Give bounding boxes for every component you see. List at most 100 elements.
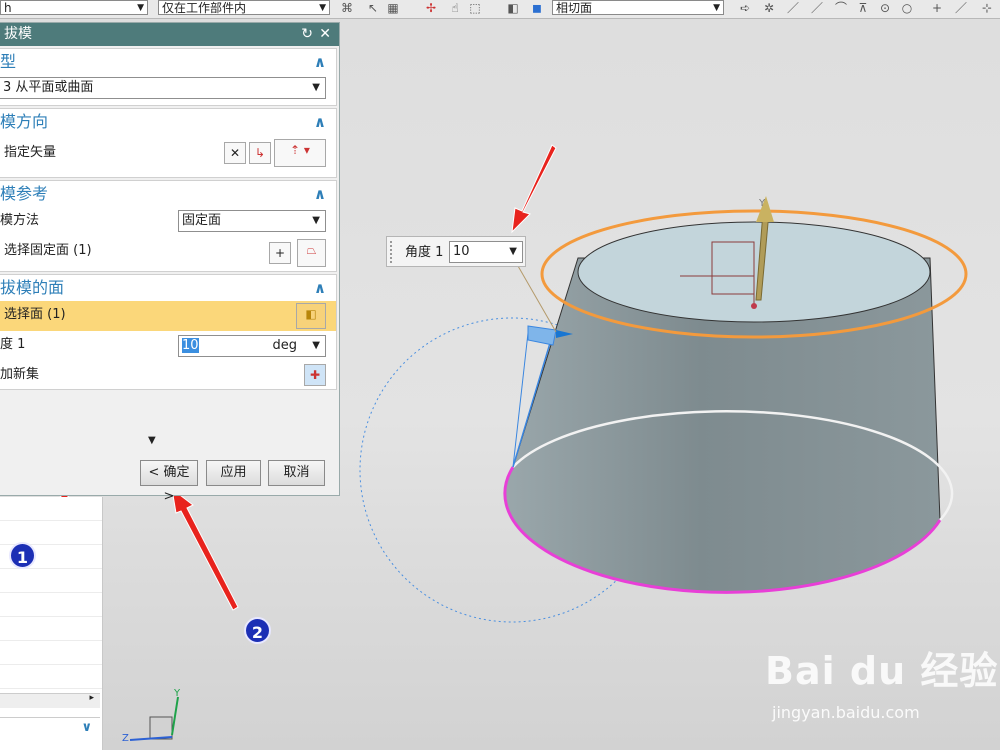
close-icon[interactable]: ✕ — [319, 23, 331, 46]
select-icon[interactable]: ↖ — [366, 1, 380, 15]
step-badge-1: 1 — [9, 542, 36, 569]
expand-more-icon[interactable]: ▼ — [148, 435, 156, 446]
point-icon[interactable]: ⊼ — [856, 1, 870, 15]
reset-icon[interactable]: ↻ — [301, 23, 313, 46]
step-badge-2: 2 — [244, 617, 271, 644]
popup-angle-label: 角度 1 — [405, 245, 444, 260]
collapse-caret-icon[interactable]: ∧ — [314, 109, 326, 135]
section-type-header[interactable]: 型 ∧ — [0, 49, 336, 75]
popup-angle-input[interactable]: 10 ▼ — [449, 241, 523, 263]
top-toolbar: h ▼ 仅在工作部件内 ▼ ⌘ ↖ ▦ ✢ ☝ ⬚ ◧ ◼ 相切面 ▼ ➪ ✲ ／ ／… — [0, 0, 1000, 19]
popup-leader — [517, 265, 557, 333]
triad-z-label: Z — [122, 733, 129, 744]
collapse-caret-icon[interactable]: ∧ — [314, 275, 326, 301]
slash-icon[interactable]: ／ — [954, 1, 968, 15]
snap-icon[interactable]: ⌘ — [340, 1, 354, 15]
collapse-caret-icon[interactable]: ∧ — [314, 181, 326, 207]
arc-icon[interactable]: ⌒ — [834, 1, 848, 15]
face-rule-value: 相切面 — [556, 1, 593, 15]
section-faces-label: 拔模的面 — [0, 278, 65, 297]
angle-value: 10 — [182, 338, 199, 353]
fixed-face-select-icon[interactable]: ⏢ — [297, 239, 326, 267]
chevron-down-icon: ▼ — [137, 3, 144, 13]
draft-dialog: 拔模 ↻ ✕ 型 ∧ 3 从平面或曲面 ▼ 模方向 ∧ 指定矢量 ✕ ↳ ⇡ ▾ — [0, 22, 340, 504]
crosshair-icon[interactable]: ✢ — [424, 1, 438, 15]
section-type-label: 型 — [0, 52, 17, 71]
draft-method-select[interactable]: 固定面 ▼ — [178, 210, 326, 232]
line-icon[interactable]: ／ — [786, 1, 800, 15]
solid-icon[interactable]: ◧ — [506, 1, 520, 15]
horizontal-scrollbar[interactable]: ▸ — [0, 693, 100, 708]
chevron-down-icon: ▼ — [509, 246, 517, 257]
box-select-icon[interactable]: ⬚ — [468, 1, 482, 15]
select-fixed-face-label: 选择固定面 (1) — [4, 243, 92, 258]
expand-caret-icon[interactable]: ∨ — [81, 720, 92, 735]
filter-icon[interactable]: ▦ — [386, 1, 400, 15]
triad-y-label: Y — [173, 688, 181, 699]
chevron-down-icon: ▼ — [312, 82, 320, 93]
callout-arrow-popup — [511, 144, 557, 234]
section-direction-header[interactable]: 模方向 ∧ — [0, 109, 336, 135]
angle-input[interactable]: 10 deg ▼ — [178, 335, 326, 357]
plus-icon[interactable]: + — [930, 1, 944, 15]
gear-icon[interactable]: ✲ — [762, 1, 776, 15]
section-reference-header[interactable]: 模参考 ∧ — [0, 181, 336, 207]
section-reference-label: 模参考 — [0, 184, 49, 203]
draft-method-label: 模方法 — [0, 213, 40, 228]
vector-type-select[interactable]: ⇡ ▾ — [274, 139, 326, 167]
face-rule-combo[interactable]: 相切面 ▼ — [552, 0, 724, 15]
csys-origin — [751, 303, 757, 309]
arrow-right-icon[interactable]: ➪ — [738, 1, 752, 15]
select-face-label: 选择面 (1) — [4, 307, 66, 322]
section-reference: 模参考 ∧ 模方法 固定面 ▼ 选择固定面 (1) + ⏢ — [0, 180, 337, 272]
section-type: 型 ∧ 3 从平面或曲面 ▼ — [0, 48, 337, 106]
section-faces-header[interactable]: 拔模的面 ∧ — [0, 275, 336, 301]
chevron-down-icon: ▼ — [319, 3, 326, 13]
ok-button[interactable]: < 确定 > — [140, 460, 198, 504]
specify-vector-label: 指定矢量 — [4, 145, 57, 160]
reverse-direction-icon[interactable]: ✕ — [224, 142, 246, 164]
apply-button[interactable]: 应用 — [206, 460, 261, 486]
scroll-right-icon[interactable]: ▸ — [89, 693, 94, 703]
vector-y-label: Y — [758, 198, 766, 209]
filter-combo[interactable]: h ▼ — [0, 0, 148, 15]
scope-combo[interactable]: 仅在工作部件内 ▼ — [158, 0, 330, 15]
chevron-down-icon: ▼ — [713, 3, 720, 13]
pointer-icon[interactable]: ☝ — [448, 1, 462, 15]
draft-type-value: 从平面或曲面 — [15, 80, 94, 95]
snap2-icon[interactable]: ⊹ — [980, 1, 994, 15]
line2-icon[interactable]: ／ — [810, 1, 824, 15]
scope-combo-value: 仅在工作部件内 — [162, 1, 247, 15]
triad-y-axis — [171, 696, 179, 736]
chevron-down-icon: ▼ — [312, 215, 320, 226]
angle-screen-input: 角度 1 10 ▼ — [386, 236, 526, 267]
circle-center-icon[interactable]: ⊙ — [878, 1, 892, 15]
watermark-logo: Bai du 经验 — [765, 649, 999, 693]
select-face-row[interactable]: 选择面 (1) ◧ — [0, 301, 336, 331]
circle-icon[interactable]: ○ — [900, 1, 914, 15]
part-navigator-panel[interactable]: ▸ ∨ — [0, 497, 103, 750]
angle-unit: deg — [272, 338, 297, 353]
drag-grip-icon[interactable] — [390, 241, 395, 263]
popup-angle-value: 10 — [453, 244, 470, 259]
angle-label: 度 1 — [0, 337, 26, 352]
draft-type-prefix: 3 — [3, 80, 12, 95]
cancel-button[interactable]: 取消 — [268, 460, 325, 486]
face-cube-icon[interactable]: ◧ — [296, 303, 326, 329]
triad-cube — [149, 716, 173, 740]
vector-dialog-icon[interactable]: ↳ — [249, 142, 271, 164]
draft-method-value: 固定面 — [182, 213, 222, 228]
add-set-icon[interactable]: ✚ — [304, 364, 326, 386]
section-direction-label: 模方向 — [0, 112, 49, 131]
cube-icon[interactable]: ◼ — [530, 1, 544, 15]
section-direction: 模方向 ∧ 指定矢量 ✕ ↳ ⇡ ▾ — [0, 108, 337, 178]
add-point-icon[interactable]: + — [269, 242, 291, 264]
dialog-titlebar: 拔模 ↻ ✕ — [0, 23, 339, 46]
angle-handle[interactable] — [527, 325, 557, 346]
add-new-set-label: 加新集 — [0, 367, 40, 382]
callout-arrow-2 — [171, 487, 239, 611]
collapse-caret-icon[interactable]: ∧ — [314, 49, 326, 75]
draft-type-select[interactable]: 3 从平面或曲面 ▼ — [0, 77, 326, 99]
filter-combo-value: h — [4, 1, 12, 15]
watermark-url: jingyan.baidu.com — [772, 703, 920, 722]
